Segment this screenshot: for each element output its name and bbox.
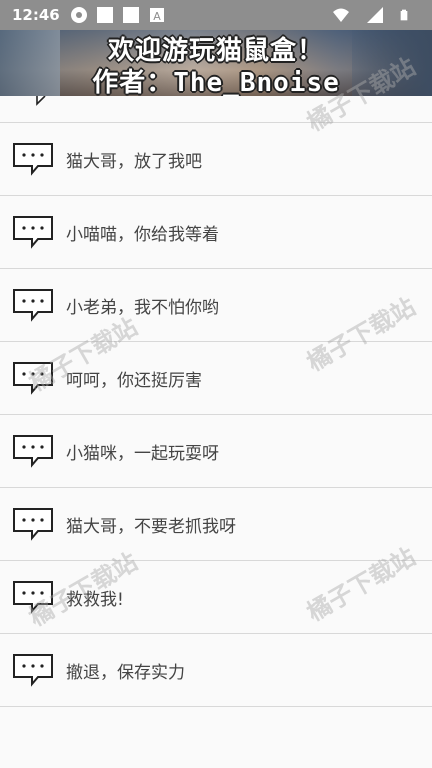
header-banner: 欢迎游玩猫鼠盒！ 作者：The_Bnoise <box>0 30 432 96</box>
list-item[interactable]: 救救我! <box>0 561 432 634</box>
list-item[interactable]: 小猫咪，一起玩耍呀 <box>0 415 432 488</box>
list-item-partial[interactable] <box>0 96 432 123</box>
message-bubble-icon <box>13 362 53 395</box>
battery-icon <box>400 9 408 21</box>
list-item[interactable]: 小喵喵，你给我等着 <box>0 196 432 269</box>
status-bar: 12:46 A <box>0 0 432 30</box>
message-bubble-icon <box>13 143 53 176</box>
message-list: 猫大哥，放了我吧 小喵喵，你给我等着 小老弟，我不怕你哟 呵呵，你还挺厉害 小猫… <box>0 96 432 707</box>
message-bubble-icon <box>13 508 53 541</box>
list-item-label: 小老弟，我不怕你哟 <box>66 297 219 318</box>
list-item-label: 猫大哥，放了我吧 <box>66 151 202 172</box>
list-item[interactable]: 撤退，保存实力 <box>0 634 432 707</box>
message-bubble-icon <box>13 289 53 322</box>
list-item-label: 小喵喵，你给我等着 <box>66 224 219 245</box>
message-bubble-icon <box>13 581 53 614</box>
list-item[interactable]: 小老弟，我不怕你哟 <box>0 269 432 342</box>
message-bubble-icon <box>13 654 53 687</box>
square-icon <box>96 7 113 23</box>
a-icon: A <box>149 8 164 23</box>
list-item-label: 救救我! <box>66 589 124 610</box>
svg-text:A: A <box>153 10 161 23</box>
list-item[interactable]: 呵呵，你还挺厉害 <box>0 342 432 415</box>
list-item-label: 撤退，保存实力 <box>66 662 185 683</box>
shield-icon <box>70 7 87 23</box>
message-icon-tail <box>36 96 46 106</box>
list-item-label: 呵呵，你还挺厉害 <box>66 370 202 391</box>
status-time: 12:46 <box>12 6 60 24</box>
list-item-label: 猫大哥，不要老抓我呀 <box>66 516 236 537</box>
list-item-label: 小猫咪，一起玩耍呀 <box>66 443 219 464</box>
banner-author: 作者：The_Bnoise <box>92 68 340 96</box>
message-bubble-icon <box>13 435 53 468</box>
list-item[interactable]: 猫大哥，放了我吧 <box>0 123 432 196</box>
signal-icon <box>367 7 383 23</box>
square-icon <box>122 7 139 23</box>
wifi-icon <box>333 8 349 22</box>
message-bubble-icon <box>13 216 53 249</box>
list-item[interactable]: 猫大哥，不要老抓我呀 <box>0 488 432 561</box>
